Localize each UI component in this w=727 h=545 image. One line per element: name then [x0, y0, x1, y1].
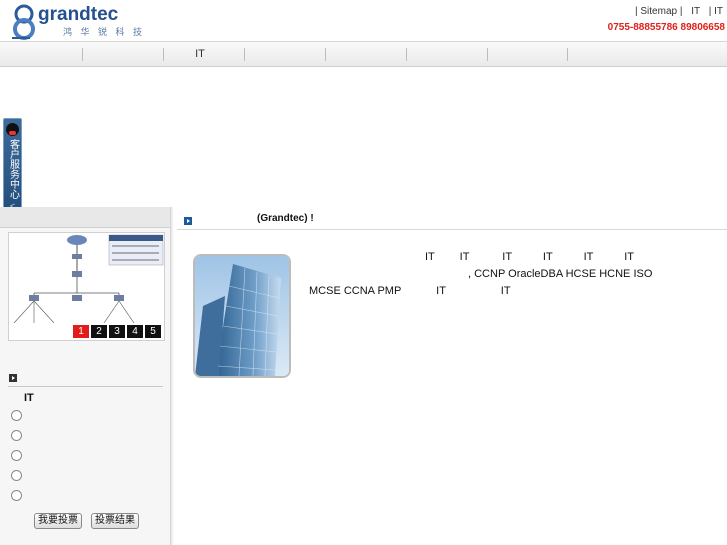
arrow-right-icon — [184, 217, 192, 225]
vote-button[interactable]: 我要投票 — [34, 513, 82, 529]
sitemap-link[interactable]: | Sitemap | — [635, 6, 682, 17]
qq-penguin-icon — [6, 123, 19, 136]
slide-page-5[interactable]: 5 — [145, 325, 161, 338]
poll-option-4-radio[interactable] — [11, 470, 22, 481]
building-photo — [193, 254, 291, 378]
phone-number: 0755-88855786 89806658 — [607, 22, 725, 33]
poll-option-5-radio[interactable] — [11, 490, 22, 501]
poll-header — [8, 372, 163, 387]
slide-page-2[interactable]: 2 — [91, 325, 107, 338]
slide-page-1[interactable]: 1 — [73, 325, 89, 338]
company-intro-title: (Grandtec) ! — [257, 213, 314, 224]
nav-item-it[interactable]: IT — [160, 42, 240, 66]
logo-subtitle: 鸿 华 锐 科 技 — [63, 27, 146, 37]
top-link-it[interactable]: IT — [691, 6, 700, 17]
poll-option-1-radio[interactable] — [11, 410, 22, 421]
intro-line-2: , CCNP OracleDBA HCSE HCNE ISO — [468, 268, 653, 280]
nav-item-1[interactable] — [2, 42, 82, 66]
top-link-it-2[interactable]: | IT — [709, 6, 723, 17]
main-nav: IT — [0, 41, 727, 67]
building-image — [195, 256, 289, 376]
network-topology-image — [13, 234, 164, 324]
intro-line-3: MCSE CCNA PMP IT IT — [309, 285, 511, 297]
main-section-header: (Grandtec) ! — [177, 212, 727, 230]
logo-text: grandtec — [38, 4, 119, 25]
nav-item-6[interactable] — [407, 42, 487, 66]
poll-title: IT — [24, 392, 34, 404]
intro-line-1: IT IT IT IT IT IT — [425, 251, 634, 263]
customer-service-label: 客户服务中心 — [7, 139, 19, 199]
nav-item-4[interactable] — [245, 42, 325, 66]
nav-item-7[interactable] — [488, 42, 568, 66]
network-diagram[interactable]: 1 2 3 4 5 — [8, 232, 165, 341]
slide-page-4[interactable]: 4 — [127, 325, 143, 338]
left-column-header — [0, 207, 170, 228]
poll-option-3-radio[interactable] — [11, 450, 22, 461]
slide-page-3[interactable]: 3 — [109, 325, 125, 338]
nav-item-5[interactable] — [326, 42, 406, 66]
poll-option-2-radio[interactable] — [11, 430, 22, 441]
top-links: | Sitemap | IT | IT — [629, 6, 723, 17]
nav-item-8[interactable] — [568, 42, 648, 66]
arrow-right-icon — [9, 374, 17, 382]
vote-results-button[interactable]: 投票结果 — [91, 513, 139, 529]
nav-item-2[interactable] — [83, 42, 163, 66]
